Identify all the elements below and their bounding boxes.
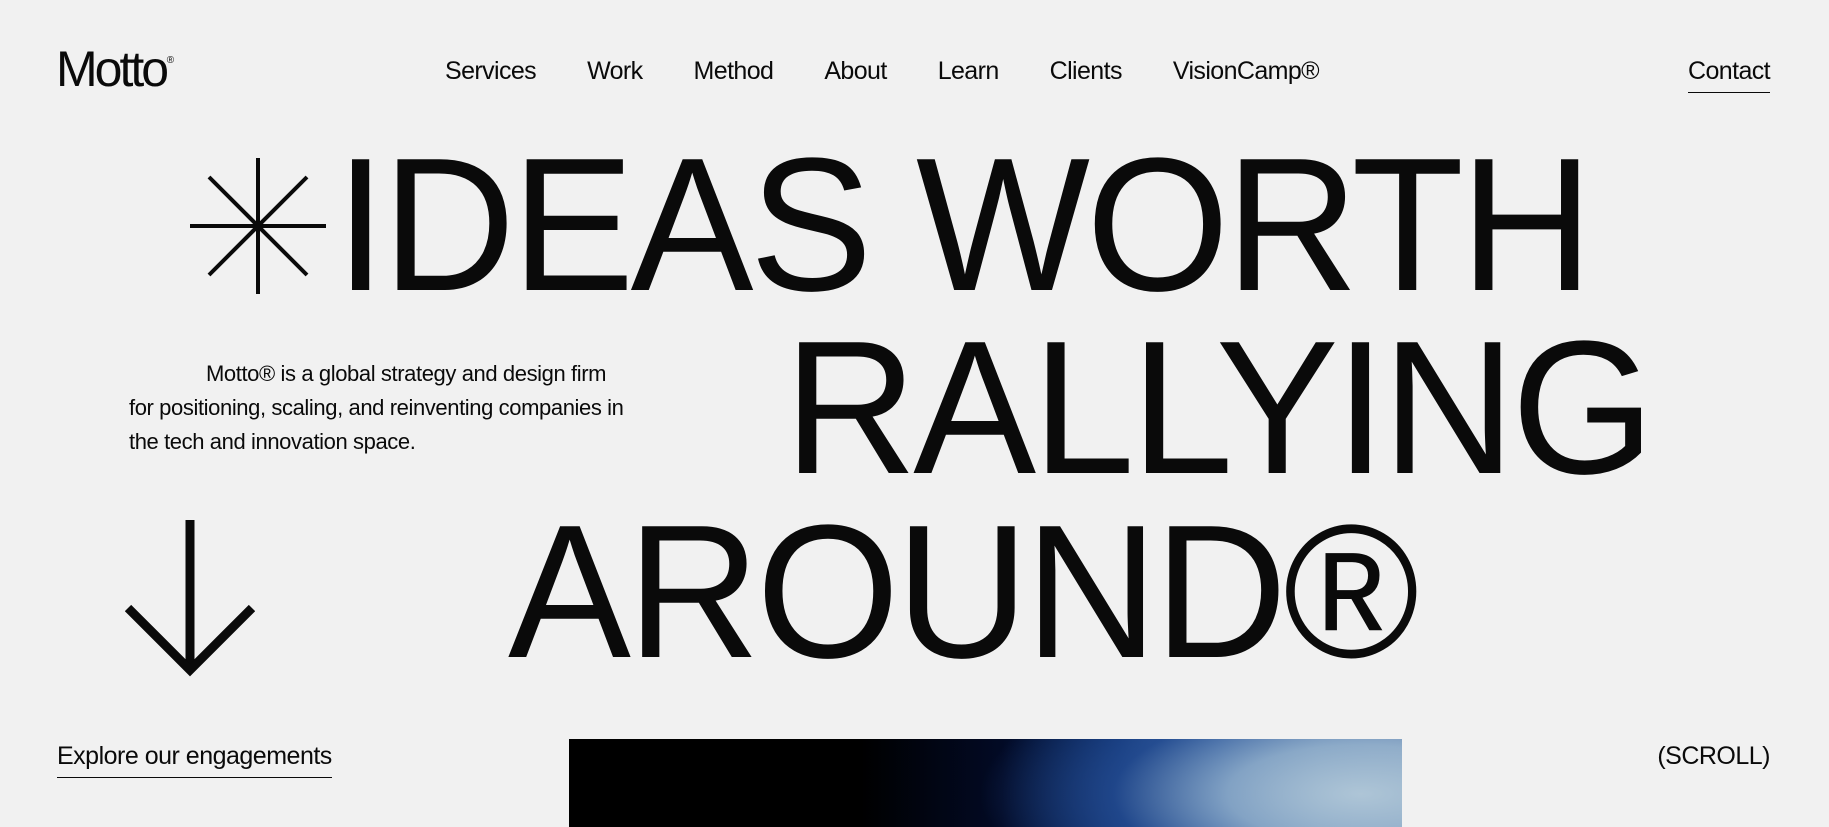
nav-method[interactable]: Method xyxy=(694,57,774,86)
asterisk-icon xyxy=(190,158,326,294)
nav-work[interactable]: Work xyxy=(587,57,643,86)
scroll-indicator: (SCROLL) xyxy=(1657,742,1770,770)
main-nav: Services Work Method About Learn Clients… xyxy=(445,57,1320,86)
headline-line-3: AROUND® xyxy=(508,486,1419,698)
headline-line-2: RALLYING xyxy=(784,302,1655,514)
logo[interactable]: Motto ® xyxy=(56,41,174,97)
nav-learn[interactable]: Learn xyxy=(938,57,1000,86)
logo-registered-mark: ® xyxy=(166,55,175,66)
explore-engagements-link[interactable]: Explore our engagements xyxy=(57,742,332,778)
contact-link[interactable]: Contact xyxy=(1688,57,1771,93)
logo-text: Motto xyxy=(56,41,169,97)
nav-services[interactable]: Services xyxy=(445,57,537,86)
nav-clients[interactable]: Clients xyxy=(1050,57,1123,86)
nav-about[interactable]: About xyxy=(824,57,887,86)
page: Motto ® Services Work Method About Learn … xyxy=(0,0,1829,827)
nav-visioncamp[interactable]: VisionCamp® xyxy=(1173,57,1320,86)
arrow-down-icon[interactable] xyxy=(125,520,255,680)
hero-image xyxy=(569,739,1402,827)
intro-text: Motto® is a global strategy and design f… xyxy=(129,361,624,454)
headline-line-1: IDEAS WORTH xyxy=(335,119,1593,331)
